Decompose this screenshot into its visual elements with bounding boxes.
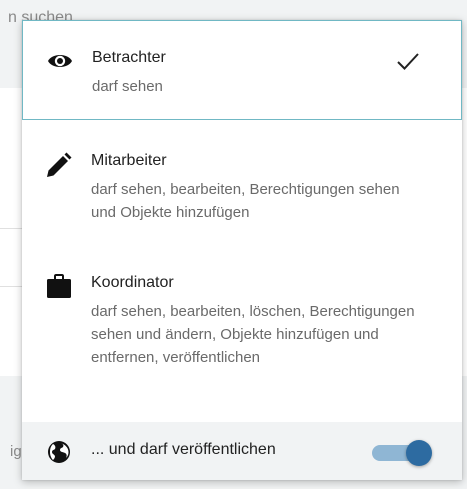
role-option-mitarbeiter[interactable]: Mitarbeiter darf sehen, bearbeiten, Bere… xyxy=(22,120,462,250)
globe-icon xyxy=(48,441,70,463)
role-title: Mitarbeiter xyxy=(91,152,167,169)
background-footer-text: ig xyxy=(10,443,22,460)
briefcase-icon xyxy=(47,274,71,298)
eye-icon xyxy=(48,55,72,67)
role-option-betrachter[interactable]: Betrachter darf sehen xyxy=(22,20,462,120)
role-dropdown-menu: Betrachter darf sehen Mitarbeiter darf s… xyxy=(22,20,462,480)
publish-toggle-row[interactable]: ... und darf veröffentlichen xyxy=(22,422,462,480)
role-description: darf sehen, bearbeiten, löschen, Berecht… xyxy=(91,303,415,366)
checkmark-icon xyxy=(397,53,419,70)
role-description: darf sehen, bearbeiten, Berechtigungen s… xyxy=(91,181,400,221)
publish-label: ... und darf veröffentlichen xyxy=(91,441,276,458)
publish-toggle-switch[interactable] xyxy=(372,440,434,466)
role-description: darf sehen xyxy=(92,78,163,95)
role-title: Koordinator xyxy=(91,274,174,291)
role-title: Betrachter xyxy=(92,49,166,66)
role-option-koordinator[interactable]: Koordinator darf sehen, bearbeiten, lösc… xyxy=(22,250,462,422)
toggle-knob[interactable] xyxy=(406,440,432,466)
pencil-icon xyxy=(47,152,72,177)
